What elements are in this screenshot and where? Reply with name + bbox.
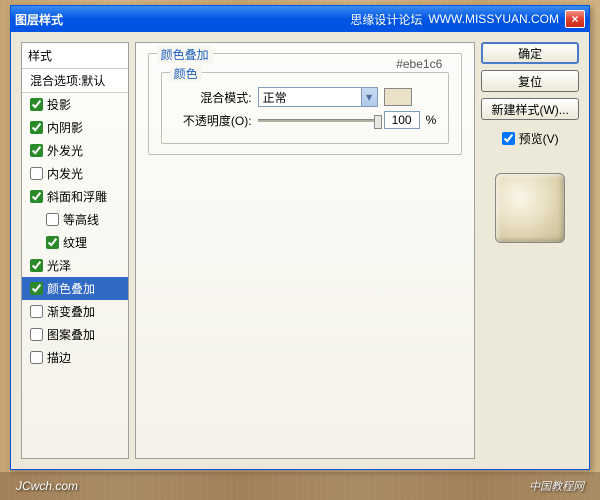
style-checkbox[interactable] — [30, 144, 43, 157]
color-overlay-group: 颜色叠加 颜色 #ebe1c6 混合模式: 正常 ▾ 不透明度(O): — [148, 53, 463, 155]
hex-display: #ebe1c6 — [396, 57, 442, 71]
style-checkbox[interactable] — [46, 236, 59, 249]
style-list-panel: 样式 混合选项:默认 投影内阴影外发光内发光斜面和浮雕等高线纹理光泽颜色叠加渐变… — [21, 42, 129, 459]
style-list-header: 样式 — [22, 43, 128, 69]
style-item-label: 图案叠加 — [47, 326, 95, 343]
style-checkbox[interactable] — [30, 190, 43, 203]
style-item[interactable]: 颜色叠加 — [22, 277, 128, 300]
page-footer: JCwch.com 中国教程网 — [0, 472, 600, 500]
reset-button[interactable]: 复位 — [481, 70, 579, 92]
style-checkbox[interactable] — [30, 351, 43, 364]
preview-swatch — [495, 173, 565, 243]
blend-mode-dropdown[interactable]: 正常 ▾ — [258, 87, 378, 107]
titlebar-brand: 思缘设计论坛 WWW.MISSYUAN.COM × — [350, 10, 585, 28]
style-checkbox[interactable] — [30, 305, 43, 318]
style-item[interactable]: 外发光 — [22, 139, 128, 162]
style-checkbox[interactable] — [30, 98, 43, 111]
style-item-label: 外发光 — [47, 142, 83, 159]
style-checkbox[interactable] — [30, 167, 43, 180]
style-item[interactable]: 描边 — [22, 346, 128, 369]
style-item[interactable]: 渐变叠加 — [22, 300, 128, 323]
opacity-unit: % — [426, 113, 437, 127]
style-item-label: 渐变叠加 — [47, 303, 95, 320]
titlebar: 图层样式 思缘设计论坛 WWW.MISSYUAN.COM × — [11, 6, 589, 32]
style-checkbox[interactable] — [30, 259, 43, 272]
style-item-label: 内发光 — [47, 165, 83, 182]
footer-url: JCwch.com — [16, 479, 78, 493]
right-button-panel: 确定 复位 新建样式(W)... 预览(V) — [481, 42, 579, 459]
style-item-label: 内阴影 — [47, 119, 83, 136]
preview-checkbox[interactable] — [502, 132, 515, 145]
ok-button[interactable]: 确定 — [481, 42, 579, 64]
opacity-slider[interactable] — [258, 119, 378, 122]
new-style-button[interactable]: 新建样式(W)... — [481, 98, 579, 120]
color-swatch[interactable] — [384, 88, 412, 106]
inner-title: 颜色 — [170, 65, 202, 82]
style-item-label: 斜面和浮雕 — [47, 188, 107, 205]
blend-mode-label: 混合模式: — [174, 89, 252, 106]
style-item[interactable]: 纹理 — [22, 231, 128, 254]
style-item-label: 纹理 — [63, 234, 87, 251]
style-item[interactable]: 内阴影 — [22, 116, 128, 139]
style-item[interactable]: 内发光 — [22, 162, 128, 185]
style-item[interactable]: 图案叠加 — [22, 323, 128, 346]
group-title: 颜色叠加 — [157, 46, 213, 63]
preview-checkbox-row[interactable]: 预览(V) — [481, 130, 579, 147]
style-checkbox[interactable] — [30, 328, 43, 341]
style-item-label: 投影 — [47, 96, 71, 113]
opacity-input[interactable] — [384, 111, 420, 129]
opacity-label: 不透明度(O): — [174, 112, 252, 129]
style-checkbox[interactable] — [30, 282, 43, 295]
color-group: 颜色 #ebe1c6 混合模式: 正常 ▾ 不透明度(O): — [161, 72, 450, 144]
window-title: 图层样式 — [15, 11, 350, 28]
style-item[interactable]: 等高线 — [22, 208, 128, 231]
chevron-down-icon: ▾ — [361, 88, 377, 106]
blend-options-default[interactable]: 混合选项:默认 — [22, 69, 128, 93]
style-item[interactable]: 光泽 — [22, 254, 128, 277]
style-item-label: 光泽 — [47, 257, 71, 274]
close-button[interactable]: × — [565, 10, 585, 28]
layer-style-dialog: 图层样式 思缘设计论坛 WWW.MISSYUAN.COM × 样式 混合选项:默… — [10, 5, 590, 470]
settings-panel: 颜色叠加 颜色 #ebe1c6 混合模式: 正常 ▾ 不透明度(O): — [135, 42, 476, 459]
style-item[interactable]: 斜面和浮雕 — [22, 185, 128, 208]
style-item-label: 颜色叠加 — [47, 280, 95, 297]
style-item-label: 等高线 — [63, 211, 99, 228]
style-checkbox[interactable] — [46, 213, 59, 226]
style-item-label: 描边 — [47, 349, 71, 366]
slider-thumb[interactable] — [374, 115, 382, 129]
style-item[interactable]: 投影 — [22, 93, 128, 116]
style-checkbox[interactable] — [30, 121, 43, 134]
footer-brand: 中国教程网 — [529, 478, 584, 494]
